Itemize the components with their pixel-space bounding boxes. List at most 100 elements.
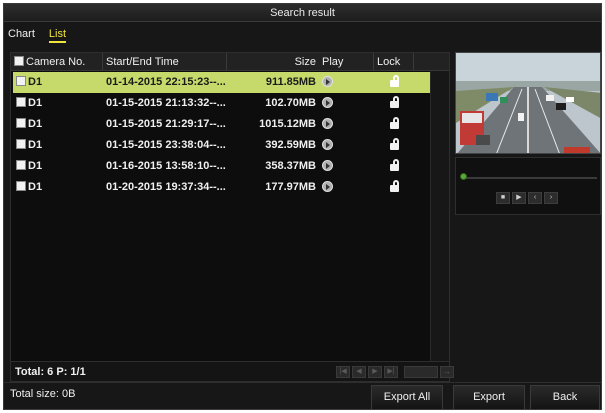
export-all-button[interactable]: Export All xyxy=(371,385,443,410)
table-row[interactable]: D1 01-15-2015 21:29:17--... 1015.12MB xyxy=(13,114,449,135)
play-cell xyxy=(319,177,374,198)
play-circle-icon[interactable] xyxy=(322,76,333,87)
camera-cell: D1 xyxy=(13,135,103,156)
camera-cell: D1 xyxy=(13,156,103,177)
next-page-icon[interactable]: ▶ xyxy=(368,366,382,378)
play-circle-icon[interactable] xyxy=(322,97,333,108)
playback-controls: ■ ▶ ‹ › xyxy=(496,192,558,204)
padlock-open-icon[interactable] xyxy=(390,159,400,171)
play-cell xyxy=(319,93,374,114)
total-count: Total: 6 P: 1/1 xyxy=(15,366,86,378)
play-cell xyxy=(319,135,374,156)
camera-cell: D1 xyxy=(13,72,103,93)
file-list: D1 01-14-2015 22:15:23--... 911.85MB D1 01-1… xyxy=(13,72,449,198)
file-size: 1015.12MB xyxy=(259,118,316,130)
lock-cell xyxy=(374,177,414,198)
file-size: 177.97MB xyxy=(265,181,316,193)
play-circle-icon[interactable] xyxy=(322,118,333,129)
export-button[interactable]: Export xyxy=(453,385,525,410)
start-end-time: 01-15-2015 21:29:17--... xyxy=(106,118,226,130)
file-list-panel: Camera No. Start/End Time Size Play Lock… xyxy=(10,52,454,382)
select-all-checkbox[interactable] xyxy=(14,55,24,66)
padlock-open-icon[interactable] xyxy=(390,75,400,87)
lock-cell xyxy=(374,135,414,156)
play-icon[interactable]: ▶ xyxy=(512,192,526,204)
file-size: 911.85MB xyxy=(265,76,316,88)
info-panel xyxy=(455,218,601,382)
tab-list[interactable]: List xyxy=(48,25,67,43)
start-end-time: 01-15-2015 23:38:04--... xyxy=(106,139,226,151)
table-row[interactable]: D1 01-16-2015 13:58:10--... 358.37MB xyxy=(13,156,449,177)
table-row[interactable]: D1 01-20-2015 19:37:34--... 177.97MB xyxy=(13,177,449,198)
table-header: Camera No. Start/End Time Size Play Lock xyxy=(11,52,449,71)
row-checkbox[interactable] xyxy=(16,139,26,149)
column-lock: Lock xyxy=(374,52,414,71)
page-number-input[interactable] xyxy=(404,366,438,378)
file-size: 102.70MB xyxy=(265,97,316,109)
camera-no: D1 xyxy=(28,118,43,130)
camera-no: D1 xyxy=(28,76,43,88)
start-end-time: 01-20-2015 19:37:34--... xyxy=(106,181,226,193)
play-circle-icon[interactable] xyxy=(322,139,333,150)
total-size: Total size: 0B xyxy=(10,388,76,400)
lock-cell xyxy=(374,156,414,177)
padlock-open-icon[interactable] xyxy=(390,117,400,129)
go-page-button[interactable]: → xyxy=(440,366,454,378)
play-circle-icon[interactable] xyxy=(322,160,333,171)
row-checkbox[interactable] xyxy=(16,97,26,107)
column-start-end-time[interactable]: Start/End Time xyxy=(103,52,227,71)
video-preview xyxy=(455,52,601,154)
table-row[interactable]: D1 01-15-2015 21:13:32--... 102.70MB xyxy=(13,93,449,114)
column-camera-no[interactable]: Camera No. xyxy=(11,52,103,71)
play-cell xyxy=(319,72,374,93)
padlock-open-icon[interactable] xyxy=(390,96,400,108)
table-row[interactable]: D1 01-15-2015 23:38:04--... 392.59MB xyxy=(13,135,449,156)
file-size: 392.59MB xyxy=(265,139,316,151)
padlock-open-icon[interactable] xyxy=(390,138,400,150)
lock-cell xyxy=(374,114,414,135)
file-size: 358.37MB xyxy=(265,160,316,172)
list-scrollbar[interactable] xyxy=(430,71,449,361)
back-button[interactable]: Back xyxy=(530,385,600,410)
start-end-time: 01-16-2015 13:58:10--... xyxy=(106,160,226,172)
play-cell xyxy=(319,114,374,135)
camera-no: D1 xyxy=(28,139,43,151)
column-size[interactable]: Size xyxy=(227,53,319,71)
start-end-time: 01-15-2015 21:13:32--... xyxy=(106,97,226,109)
playback-panel: ■ ▶ ‹ › xyxy=(455,157,601,215)
highway-preview-image xyxy=(456,53,600,153)
tab-chart[interactable]: Chart xyxy=(8,25,35,43)
lock-cell xyxy=(374,72,414,93)
search-result-window: Search result Chart List Camera No. Star… xyxy=(3,3,602,410)
play-cell xyxy=(319,156,374,177)
camera-cell: D1 xyxy=(13,177,103,198)
row-checkbox[interactable] xyxy=(16,181,26,191)
last-page-icon[interactable]: ▶| xyxy=(384,366,398,378)
table-row[interactable]: D1 01-14-2015 22:15:23--... 911.85MB xyxy=(13,72,449,93)
slow-icon[interactable]: ‹ xyxy=(528,192,542,204)
play-circle-icon[interactable] xyxy=(322,181,333,192)
pagination: |◀ ◀ ▶ ▶| → xyxy=(336,366,454,378)
bottom-bar: Total size: 0B Export All Export Back xyxy=(4,382,601,410)
camera-no: D1 xyxy=(28,160,43,172)
camera-no: D1 xyxy=(28,97,43,109)
camera-no: D1 xyxy=(28,181,43,193)
window-title: Search result xyxy=(4,4,601,22)
row-checkbox[interactable] xyxy=(16,76,26,86)
column-play: Play xyxy=(319,52,374,71)
start-end-time: 01-14-2015 22:15:23--... xyxy=(106,76,226,88)
fast-forward-icon[interactable]: › xyxy=(544,192,558,204)
row-checkbox[interactable] xyxy=(16,118,26,128)
list-footer: Total: 6 P: 1/1 |◀ ◀ ▶ ▶| → xyxy=(11,361,454,381)
seek-bar[interactable] xyxy=(461,177,597,179)
seek-knob[interactable] xyxy=(460,173,467,180)
row-checkbox[interactable] xyxy=(16,160,26,170)
prev-page-icon[interactable]: ◀ xyxy=(352,366,366,378)
first-page-icon[interactable]: |◀ xyxy=(336,366,350,378)
lock-cell xyxy=(374,93,414,114)
camera-cell: D1 xyxy=(13,114,103,135)
padlock-open-icon[interactable] xyxy=(390,180,400,192)
view-tabs: Chart List xyxy=(8,25,67,43)
stop-icon[interactable]: ■ xyxy=(496,192,510,204)
camera-cell: D1 xyxy=(13,93,103,114)
